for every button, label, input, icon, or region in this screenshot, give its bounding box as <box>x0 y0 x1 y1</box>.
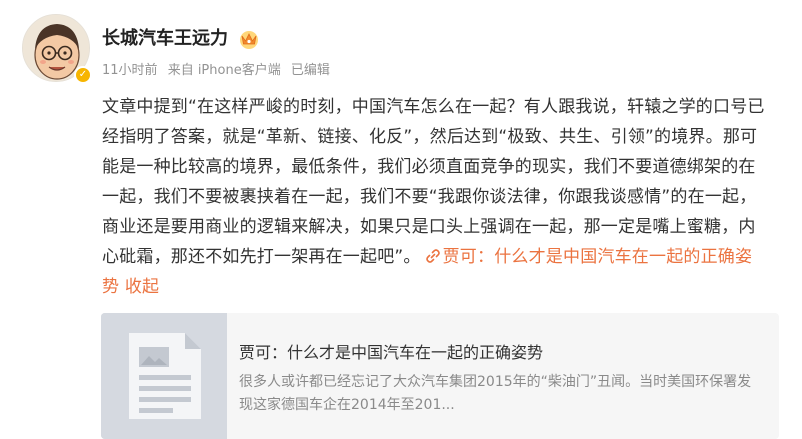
collapse-button[interactable]: 收起 <box>125 277 159 297</box>
post-meta: 11小时前 来自 iPhone客户端 已编辑 <box>102 63 336 79</box>
author-name[interactable]: 长城汽车王远力 <box>102 28 228 50</box>
edited-label[interactable]: 已编辑 <box>291 63 330 78</box>
article-card-description: 很多人或许都已经忘记了大众汽车集团2015年的“柴油门”丑闻。当时美国环保署发现… <box>239 374 752 413</box>
post-time[interactable]: 11小时前 <box>102 63 158 78</box>
post-body: 文章中提到“在这样严峻的时刻，中国汽车怎么在一起？有人跟我说，轩辕之学的口号已经… <box>102 92 770 302</box>
post-header: ✓ 长城汽车王远力 11小时前 来自 iPhone客户端 已编辑 <box>22 14 782 84</box>
article-thumbnail-icon <box>101 313 227 439</box>
article-card-title[interactable]: 贾可：什么才是中国汽车在一起的正确姿势 <box>239 343 543 363</box>
verified-badge-icon: ✓ <box>74 66 92 84</box>
post-source: 来自 iPhone客户端 <box>167 63 281 78</box>
link-icon <box>425 249 440 263</box>
article-card[interactable]: 贾可：什么才是中国汽车在一起的正确姿势 很多人或许都已经忘记了大众汽车集团201… <box>101 313 779 439</box>
post-text: 文章中提到“在这样严峻的时刻，中国汽车怎么在一起？有人跟我说，轩辕之学的口号已经… <box>102 97 765 267</box>
crown-icon <box>240 31 258 49</box>
